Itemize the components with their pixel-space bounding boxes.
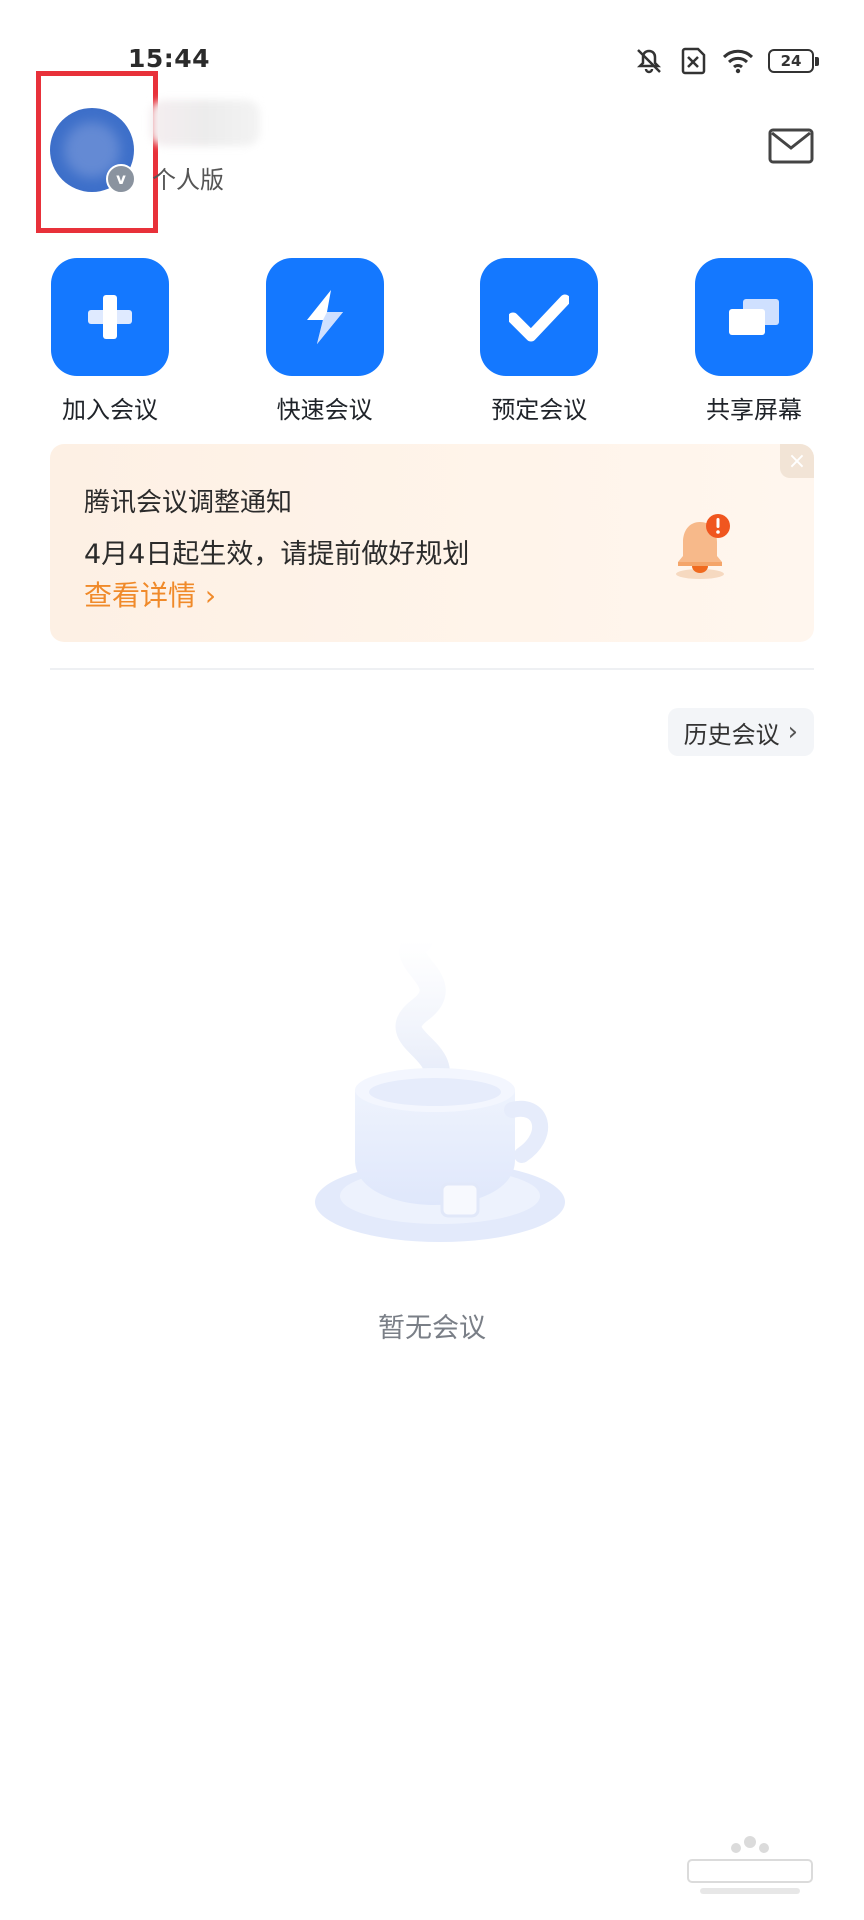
chevron-right-icon: › [787,717,798,747]
mute-vibrate-icon [636,49,662,74]
battery-level: 24 [780,52,802,70]
schedule-meeting-label: 预定会议 [491,396,588,424]
sim-off-icon [681,47,706,75]
share-screen-label: 共享屏幕 [705,396,802,424]
notice-details-label: 查看详情 [84,579,197,612]
schedule-meeting-tile[interactable] [480,258,599,376]
battery-icon: 24 [768,49,819,73]
history-meetings-button[interactable]: 历史会议 › [667,708,814,756]
plus-icon [88,295,132,339]
empty-state-text: 暂无会议 [378,1313,486,1344]
check-icon [509,294,570,342]
chevron-right-icon: › [196,579,217,612]
status-time: 15:44 [128,44,211,73]
quick-meeting-tile[interactable] [265,258,384,376]
wifi-icon [722,49,754,74]
share-screen-button[interactable]: 共享屏幕 [694,258,814,425]
status-icons: 24 [634,44,819,78]
screen-share-icon [728,299,779,335]
user-name-blurred [150,100,260,146]
notice-close-button[interactable]: × [780,444,814,478]
quick-actions: 加入会议 快速会议 预定会议 共享屏幕 [50,258,814,425]
notice-details-link[interactable]: 查看详情 › [84,574,216,614]
quick-meeting-button[interactable]: 快速会议 [265,258,385,425]
share-screen-tile[interactable] [694,258,813,376]
quick-meeting-label: 快速会议 [276,396,373,424]
coffee-cup-icon [315,930,565,1242]
watermark-logo [687,1836,813,1894]
notice-body: 4月4日起生效，请提前做好规划 [84,539,470,570]
join-meeting-button[interactable]: 加入会议 [50,258,170,425]
lightning-icon [306,290,343,344]
notice-title: 腾讯会议调整通知 [84,488,293,518]
bell-icon [676,514,730,579]
schedule-meeting-button[interactable]: 预定会议 [479,258,599,425]
mail-icon[interactable] [768,128,814,164]
join-meeting-label: 加入会议 [62,396,158,424]
history-meetings-label: 历史会议 [683,720,780,749]
join-meeting-tile[interactable] [51,258,169,376]
account-edition: 个人版 [152,166,224,194]
divider [50,668,814,670]
highlight-annotation [36,71,158,233]
